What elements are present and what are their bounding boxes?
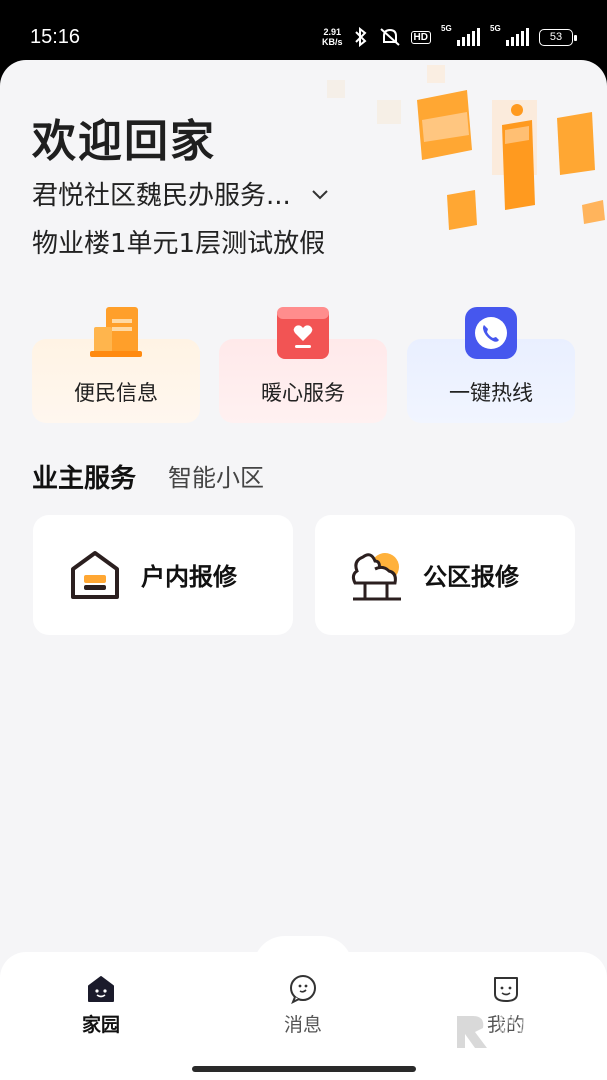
network-speed: 2.91 KB/s (322, 27, 343, 47)
watermark-logo-icon (456, 1016, 487, 1048)
tab-owner-services[interactable]: 业主服务 (32, 458, 137, 495)
quick-action-label: 暖心服务 (261, 381, 345, 405)
house-icon (71, 551, 119, 599)
hd-badge: HD (410, 30, 431, 44)
nav-home-label: 家园 (81, 1014, 120, 1036)
watermark: 仍玩游戏 Rengwan Games (453, 1012, 585, 1052)
trees-icon (351, 553, 401, 601)
nav-messages[interactable]: 消息 (243, 974, 363, 1037)
service-label: 公区报修 (423, 563, 519, 591)
bluetooth-icon (354, 27, 367, 47)
city-blocks-illustration (327, 65, 605, 230)
home-indicator[interactable] (192, 1066, 416, 1072)
service-label: 户内报修 (141, 563, 237, 591)
quick-action-info[interactable]: 便民信息 (32, 305, 200, 423)
quick-action-hotline[interactable]: 一键热线 (407, 305, 575, 423)
heart-box-icon (277, 307, 329, 359)
service-tabs: 业主服务 智能小区 (32, 458, 264, 495)
quick-action-care[interactable]: 暖心服务 (219, 305, 387, 423)
phone-icon (465, 307, 517, 359)
nav-bump (253, 936, 353, 968)
quick-action-label: 便民信息 (74, 381, 158, 405)
status-time: 15:16 (30, 26, 81, 48)
building-icon (90, 307, 142, 357)
battery-icon: 53 (539, 28, 577, 46)
watermark-text: 仍玩游戏 (496, 1013, 585, 1039)
mute-bell-icon (379, 28, 400, 46)
nav-home[interactable]: 家园 (41, 974, 161, 1037)
status-icons: 2.91 KB/s HD 5G 5G 53 (322, 24, 577, 50)
tab-owner-services-label: 业主服务 (32, 464, 137, 494)
message-icon (290, 975, 316, 1004)
tab-smart-community[interactable]: 智能小区 (168, 458, 264, 495)
community-name: 君悦社区魏民办服务... (32, 181, 291, 211)
signal-1-icon: 5G (441, 24, 480, 46)
speed-unit: KB/s (322, 37, 343, 47)
unit-address: 物业楼1单元1层测试放假 (32, 229, 326, 259)
signal-2-icon: 5G (490, 24, 529, 46)
profile-icon (494, 977, 518, 1002)
home-face-icon (88, 976, 114, 1002)
community-selector[interactable]: 君悦社区魏民办服务... (32, 175, 329, 212)
watermark-subtext: Rengwan Games (496, 1038, 575, 1050)
indoor-repair-button[interactable]: 户内报修 (33, 515, 293, 635)
signal-2-label: 5G (490, 24, 501, 33)
chevron-down-icon (312, 189, 328, 199)
welcome-title: 欢迎回家 (32, 116, 216, 167)
nav-messages-label: 消息 (283, 1014, 322, 1036)
speed-value: 2.91 (323, 27, 342, 37)
home-page: 欢迎回家 君悦社区魏民办服务... 物业楼1单元1层测试放假 便民信息 暖心服务 (0, 60, 607, 1080)
quick-action-label: 一键热线 (449, 381, 533, 405)
public-area-repair-button[interactable]: 公区报修 (315, 515, 575, 635)
signal-1-label: 5G (441, 24, 452, 33)
